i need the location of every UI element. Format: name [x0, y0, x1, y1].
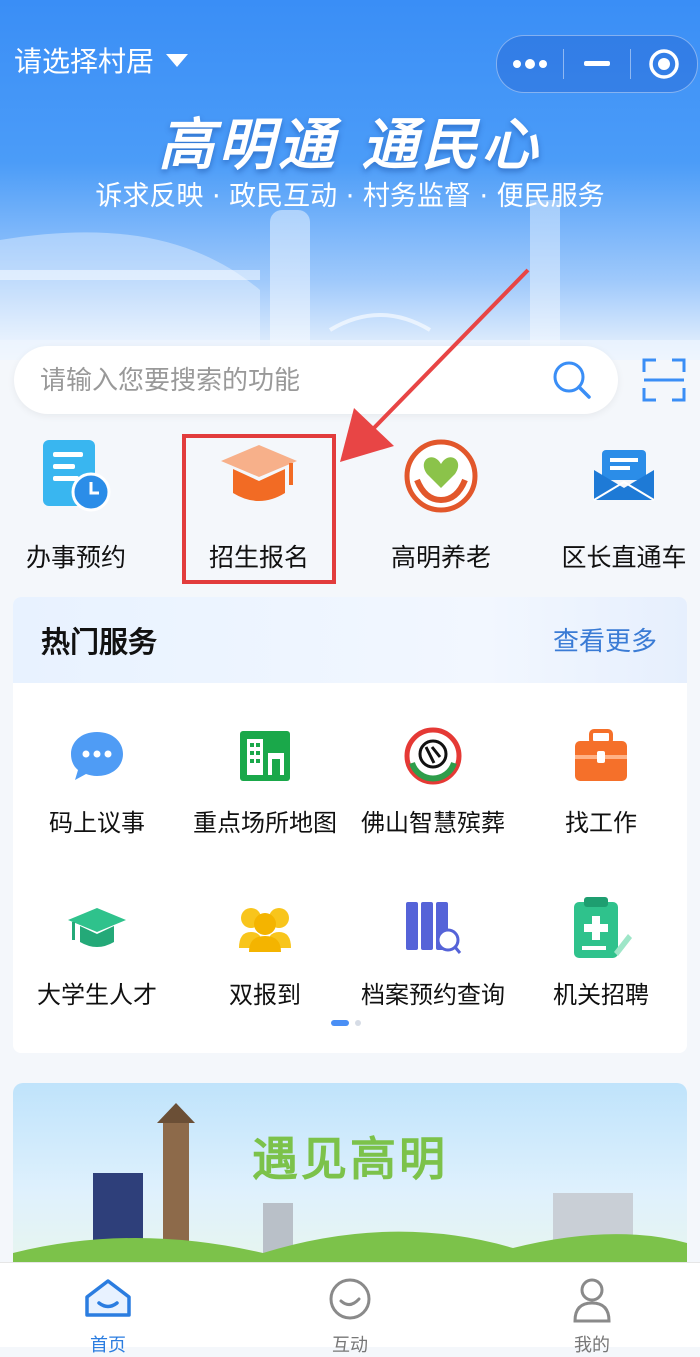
page-indicator [331, 1020, 361, 1026]
service-label: 找工作 [565, 809, 637, 837]
briefcase-icon [575, 729, 627, 781]
tab-label: 互动 [332, 1335, 368, 1356]
service-item[interactable]: 大学生人才 [13, 897, 181, 1010]
close-target-icon [649, 49, 679, 79]
chevron-down-icon [166, 53, 189, 67]
banner-title: 遇见高明 [252, 1132, 448, 1186]
building-map-icon [240, 731, 290, 781]
service-item[interactable]: 找工作 [517, 725, 685, 838]
service-label: 机关招聘 [553, 981, 649, 1009]
more-dots-icon [513, 59, 547, 69]
hot-services-header: 热门服务 查看更多 [13, 597, 687, 683]
service-label: 大学生人才 [37, 981, 157, 1009]
service-item[interactable]: 档案预约查询 [349, 897, 517, 1010]
service-item[interactable]: 佛山智慧殡葬 [349, 725, 517, 838]
service-label: 档案预约查询 [361, 981, 505, 1009]
service-item[interactable]: 码上议事 [13, 725, 181, 838]
location-selector[interactable]: 请选择村居 [14, 40, 189, 80]
interaction-icon [329, 1278, 371, 1320]
service-item[interactable]: 双报到 [181, 897, 349, 1010]
user-icon [573, 1278, 611, 1323]
calendar-clock-icon [43, 440, 111, 512]
promo-banner[interactable]: 遇见高明 [13, 1083, 687, 1283]
funeral-logo-icon [404, 727, 462, 785]
quick-entry-appointment[interactable]: 办事预约 [0, 436, 161, 574]
elderly-care-icon [404, 439, 478, 513]
home-icon [85, 1279, 131, 1317]
location-label: 请选择村居 [14, 45, 155, 78]
chat-bubble-icon [71, 732, 123, 780]
tab-label: 我的 [574, 1335, 610, 1356]
bottom-tab-bar: 首页 互动 我的 [0, 1262, 700, 1356]
quick-entry-label: 区长直通车 [561, 543, 687, 572]
graduate-cap-icon [68, 908, 126, 947]
view-more-link[interactable]: 查看更多 [553, 621, 657, 658]
hot-services-card: 热门服务 查看更多 码上议事 重点场所地图 佛山智慧殡葬 找工作 大学生人才 双… [13, 597, 687, 1053]
tab-interaction[interactable]: 互动 [250, 1263, 450, 1357]
service-label: 重点场所地图 [193, 809, 337, 837]
tab-home[interactable]: 首页 [8, 1263, 208, 1357]
quick-entry-label: 办事预约 [25, 543, 126, 572]
page-dot-active [331, 1020, 349, 1026]
service-label: 双报到 [229, 981, 301, 1009]
tab-profile[interactable]: 我的 [492, 1263, 692, 1357]
highlight-box [182, 434, 336, 584]
service-item[interactable]: 机关招聘 [517, 897, 685, 1010]
archive-search-icon [406, 902, 462, 954]
service-label: 佛山智慧殡葬 [361, 809, 505, 837]
city-skyline-illustration [0, 200, 700, 360]
close-button[interactable] [631, 36, 697, 92]
people-group-icon [239, 908, 291, 952]
clipboard-plus-icon [574, 897, 632, 958]
more-menu-button[interactable] [497, 36, 563, 92]
quick-entry-elderly-care[interactable]: 高明养老 [356, 436, 526, 574]
section-title: 热门服务 [41, 625, 158, 659]
page-dot [355, 1020, 361, 1026]
tab-label: 首页 [90, 1335, 126, 1356]
quick-entry-label: 高明养老 [390, 543, 491, 572]
search-icon[interactable] [552, 360, 592, 400]
service-item[interactable]: 重点场所地图 [181, 725, 349, 838]
hero-subtitle: 诉求反映 · 政民互动 · 村务监督 · 便民服务 [95, 181, 605, 212]
minimize-button[interactable] [564, 36, 630, 92]
search-input[interactable] [38, 346, 542, 416]
minimize-icon [584, 61, 610, 66]
hero-slogan: 高明通 通民心 [158, 113, 542, 178]
quick-entry-mayor-hotline[interactable]: 区长直通车 [539, 436, 700, 574]
service-label: 码上议事 [49, 809, 145, 837]
mail-envelope-icon [593, 450, 655, 501]
search-bar [14, 346, 618, 416]
miniprogram-capsule [496, 35, 698, 93]
scan-icon[interactable] [642, 358, 686, 402]
